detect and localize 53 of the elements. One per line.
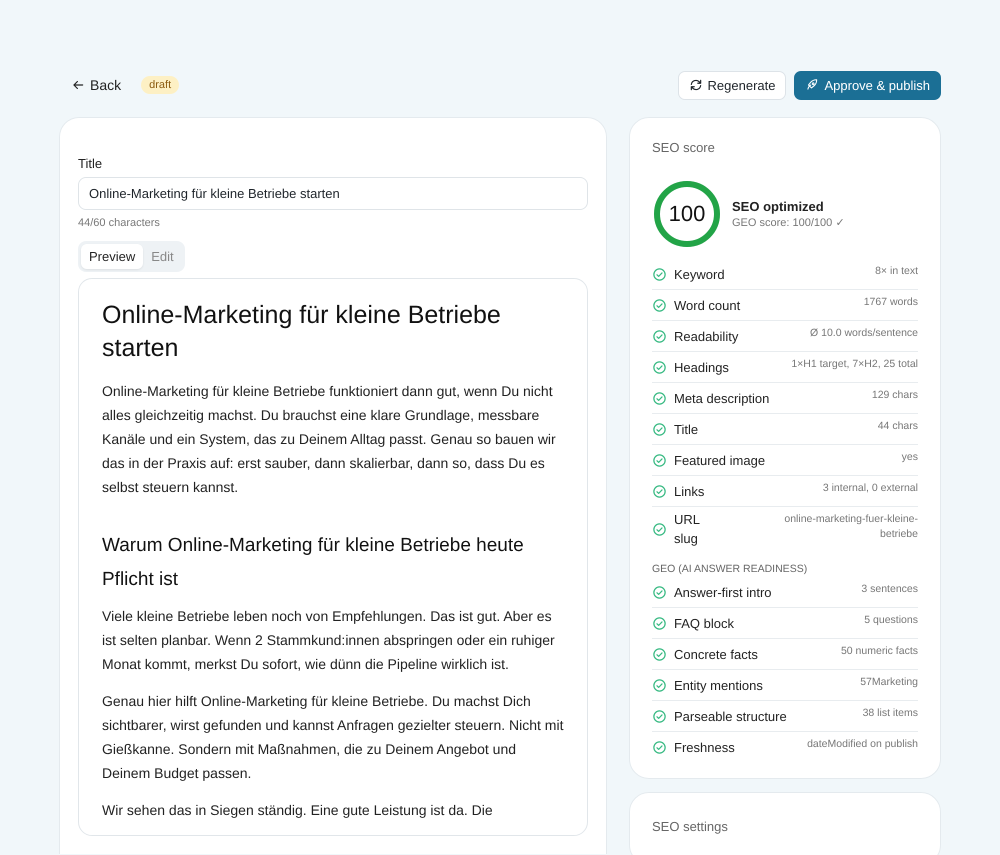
title-field[interactable]: Online-Marketing für kleine Betriebe starten — [78, 177, 588, 210]
check-label: Entity mentions — [674, 678, 763, 692]
geo-score: GEO score: 100/100 ✓ — [732, 216, 844, 229]
check-value: 44 chars — [878, 419, 918, 434]
check-label: Word count — [674, 298, 740, 312]
regenerate-button[interactable]: Regenerate — [678, 70, 786, 100]
article-heading: Online-Marketing für kleine Betriebe starten — [102, 300, 502, 364]
check-value: 1767 words — [864, 295, 918, 310]
check-label: Freshness — [674, 740, 735, 754]
section-label: GEO (AI ANSWER READINESS) — [652, 563, 808, 575]
view-tab[interactable]: Preview — [81, 244, 144, 269]
check-label: Readability — [674, 328, 738, 344]
check-label: FAQ block — [674, 616, 734, 630]
section-heading: Warum Online-Marketing für kleine Betriebe heute Pflicht ist — [102, 534, 525, 592]
check-label: Answer-first intro — [674, 584, 772, 600]
check-label: URL slug — [674, 511, 701, 548]
check-label: Headings — [674, 360, 729, 374]
check-value: 50 numeric facts — [840, 644, 918, 659]
check-value: 129 chars — [872, 388, 918, 403]
check-label: Featured image — [674, 452, 766, 468]
character-count: 44/60 characters — [78, 217, 161, 229]
check-value: 1×H1 target, 7×H2, 25 total — [791, 357, 918, 372]
paragraph: Online-Marketing für kleine Betriebe funktioniert dann gut, wenn Du nicht alles gleichzeitig machst. Du brauchst eine klare Grundlage, messbare Kanäle und ein System, das zu Deinem Alltag passt. Genau so bauen wir das in der Praxis auf: erst sauber, dann skalierbar, dann so, dass Du es selbst steuern kannst. — [102, 382, 557, 497]
card-title: SEO score — [652, 140, 716, 155]
check-value: 8× in text — [875, 264, 918, 279]
check-value: 38 list items — [862, 706, 918, 721]
score-value: 100 — [668, 201, 706, 227]
paragraph: Genau hier hilft Online-Marketing für kleine Betriebe. Du machst Dich sichtbarer, wirst gefunden und kannst Anfragen gezielter steuern. Nicht mit Gießkanne. Sondern mit Maßnahmen, die zu Deinem Angebot und Deinem Budget passen. — [102, 692, 564, 783]
check-value: online-marketing-fuer-kleine-betriebe — [783, 512, 918, 542]
check-value: 3 internal, 0 external — [822, 481, 918, 496]
check-label: Title — [674, 422, 698, 436]
check-label: Meta description — [674, 390, 770, 406]
check-value: 5 questions — [864, 613, 918, 628]
check-label: Concrete facts — [674, 646, 758, 662]
back-link[interactable]: Back — [71, 77, 122, 93]
refresh-icon — [688, 78, 703, 92]
status-badge: draft — [141, 76, 180, 94]
check-value: dateModified on publish — [807, 737, 918, 752]
score-status: SEO optimized — [732, 199, 825, 214]
check-value: Ø 10.0 words/sentence — [810, 326, 918, 341]
check-value: 57Marketing — [860, 675, 918, 690]
card-title: SEO settings — [652, 819, 729, 834]
check-label: Links — [674, 484, 704, 498]
approve-publish-button[interactable]: Approve & publish — [794, 70, 941, 100]
paragraph: Viele kleine Betriebe leben noch von Empfehlungen. Das ist gut. Aber es ist selten planbar. Wenn 2 Stammkund:innen abspringen oder ein ruhiger Monat kommt, merkst Du sofort, wie dünn die Pipeline wirklich ist. — [102, 607, 556, 674]
paragraph: Wir sehen das in Siegen ständig. Eine gute Leistung ist da. Die — [102, 801, 494, 820]
check-label: Keyword — [674, 266, 725, 282]
title-label: Title — [78, 156, 104, 171]
check-value: yes — [902, 450, 918, 465]
check-value: 3 sentences — [861, 582, 918, 597]
check-label: Parseable structure — [674, 708, 787, 724]
arrow-left-icon — [71, 78, 85, 92]
rocket-icon — [805, 78, 820, 92]
